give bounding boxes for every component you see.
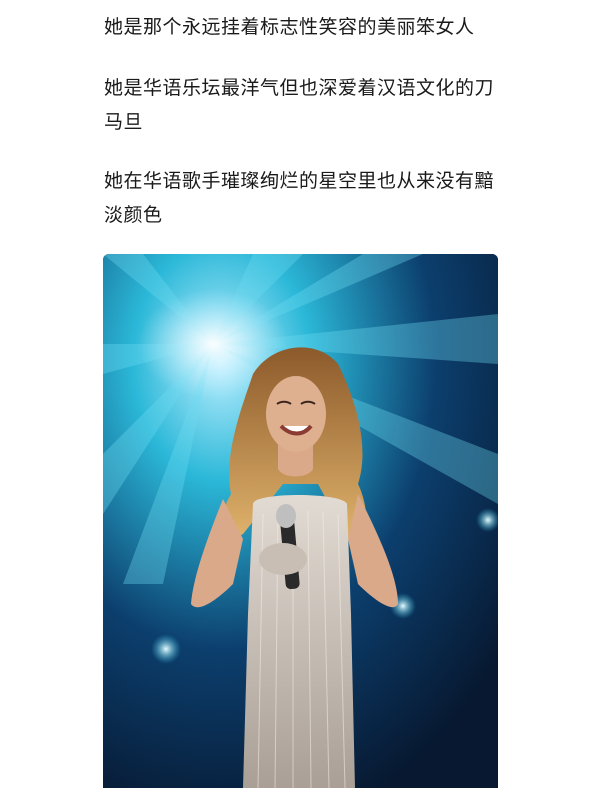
article-paragraph-3: 她在华语歌手璀璨绚烂的星空里也从来没有黯淡颜色 [104, 170, 495, 226]
stage-illustration [103, 254, 498, 788]
article-paragraph-1: 她是那个永远挂着标志性笑容的美丽笨女人 [104, 16, 475, 38]
article-paragraph-2: 她是华语乐坛最洋气但也深爱着汉语文化的刀马旦 [104, 77, 495, 133]
singer-photo[interactable] [103, 254, 498, 788]
singer-hands [259, 543, 307, 575]
singer-face [266, 376, 326, 452]
stage-light [151, 634, 181, 664]
article: 她是那个永远挂着标志性笑容的美丽笨女人 她是华语乐坛最洋气但也深爱着汉语文化的刀… [0, 0, 600, 788]
